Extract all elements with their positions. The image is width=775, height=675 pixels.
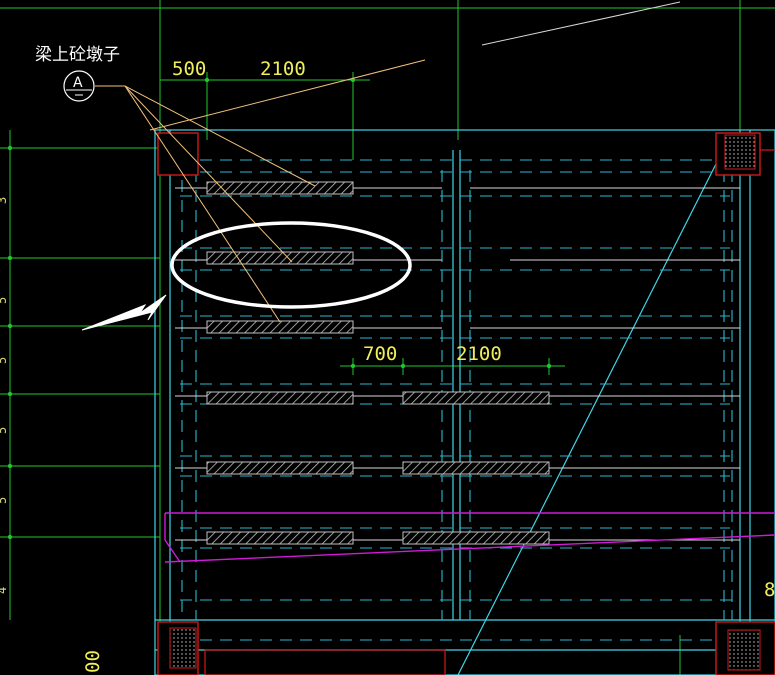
concrete-block [206,461,354,475]
concrete-block [206,320,354,334]
concrete-block [206,531,354,545]
svg-text:5: 5 [0,357,9,364]
svg-text:3: 3 [0,197,9,204]
svg-text:5: 5 [0,297,9,304]
concrete-block [206,391,354,405]
concrete-block [206,181,354,195]
svg-text:5: 5 [0,497,9,504]
svg-text:4: 4 [0,587,9,594]
concrete-block [402,531,550,545]
concrete-block [402,391,550,405]
cad-drawing-canvas: 1000 1000 3 5 [0,0,775,675]
top-dim-text-right: 1000 [575,0,609,2]
top-dim-text-left: 1000 [285,0,319,2]
dimension-text-2100-mid: 2100 [456,343,502,365]
svg-text:5: 5 [0,427,9,434]
bubble-letter: A [73,75,83,91]
dimension-text-500: 500 [172,58,206,80]
concrete-block [206,251,354,265]
dimension-text-2100-top: 2100 [260,58,306,80]
note-label: 梁上砼墩子 [35,45,120,65]
concrete-block [402,461,550,475]
right-edge-number: 8 [764,579,775,601]
bottom-edge-number: 00 [82,650,104,673]
dimension-text-700: 700 [363,343,397,365]
